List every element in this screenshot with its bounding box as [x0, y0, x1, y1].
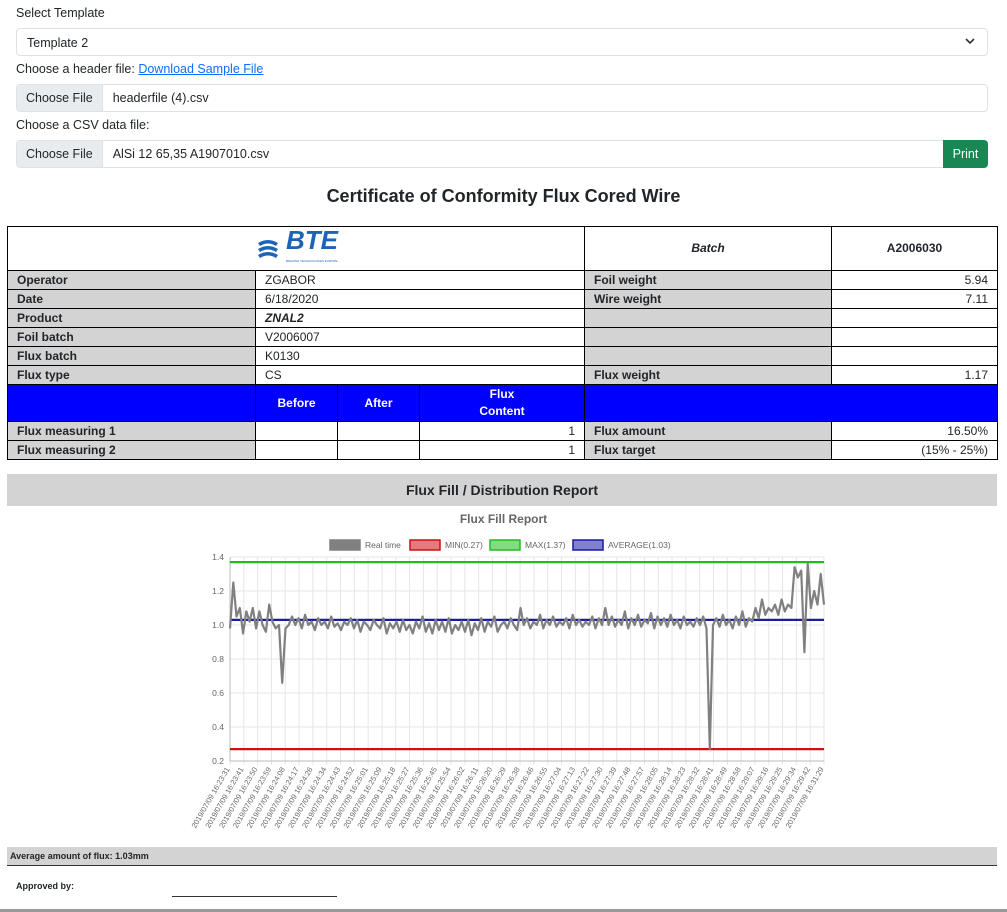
- product-value: ZNAL2: [255, 308, 585, 328]
- flux-type-value: CS: [255, 365, 585, 385]
- flux-measuring-1-after: [337, 421, 420, 441]
- flux-weight-label: Flux weight: [584, 365, 832, 385]
- template-select-value: Template 2: [27, 36, 89, 50]
- signature-line: [172, 896, 337, 897]
- header-file-label-row: Choose a header file: Download Sample Fi…: [16, 62, 263, 76]
- header-file-label: Choose a header file:: [16, 62, 135, 76]
- y-tick-label: 1.4: [212, 552, 224, 562]
- flux-target-value: (15% - 25%): [831, 440, 998, 460]
- logo-cell: BTE BRAZING TECHNOLOGIES EUROPE: [7, 226, 585, 271]
- select-template-label: Select Template: [16, 6, 105, 20]
- legend-label: AVERAGE(1.03): [608, 540, 671, 550]
- approved-by-label: Approved by:: [16, 881, 75, 891]
- template-select[interactable]: Template 2: [16, 28, 988, 56]
- header-file-name: headerfile (4).csv: [112, 91, 209, 105]
- foil-weight-label: Foil weight: [584, 270, 832, 290]
- empty-value-cell: [831, 308, 998, 328]
- blue-header-right: [584, 384, 998, 422]
- legend-label: MIN(0.27): [445, 540, 483, 550]
- operator-label: Operator: [7, 270, 256, 290]
- csv-choose-file-button[interactable]: Choose File: [17, 141, 103, 167]
- flux-type-label: Flux type: [7, 365, 256, 385]
- flux-amount-label: Flux amount: [584, 421, 832, 441]
- header-file-input[interactable]: Choose File headerfile (4).csv: [16, 84, 988, 112]
- after-header: After: [337, 384, 420, 422]
- legend-label: Real time: [365, 540, 401, 550]
- flux-batch-label: Flux batch: [7, 346, 256, 366]
- blue-header-empty: [7, 384, 256, 422]
- empty-label-cell: [584, 346, 832, 366]
- flux-measuring-1-label: Flux measuring 1: [7, 421, 256, 441]
- wire-weight-value: 7.11: [831, 289, 998, 309]
- flux-measuring-2-after: [337, 440, 420, 460]
- batch-label: Batch: [584, 226, 832, 271]
- legend-label: MAX(1.37): [525, 540, 566, 550]
- flux-content-header: Flux Content: [419, 384, 585, 422]
- foil-weight-value: 5.94: [831, 270, 998, 290]
- report-header: Flux Fill / Distribution Report: [7, 474, 997, 506]
- csv-file-label: Choose a CSV data file:: [16, 118, 150, 132]
- y-tick-label: 0.4: [212, 722, 224, 732]
- legend-swatch: [329, 539, 361, 551]
- flux-batch-value: K0130: [255, 346, 585, 366]
- y-tick-label: 1.2: [212, 586, 224, 596]
- batch-value: A2006030: [831, 226, 998, 271]
- header-choose-file-button[interactable]: Choose File: [17, 85, 103, 111]
- print-button[interactable]: Print: [943, 140, 988, 168]
- flux-measuring-2-label: Flux measuring 2: [7, 440, 256, 460]
- empty-label-cell: [584, 308, 832, 328]
- operator-value: ZGABOR: [255, 270, 585, 290]
- empty-label-cell: [584, 327, 832, 347]
- before-header: Before: [255, 384, 338, 422]
- date-label: Date: [7, 289, 256, 309]
- foil-batch-label: Foil batch: [7, 327, 256, 347]
- flux-content-header-line2: Content: [479, 404, 525, 418]
- flux-amount-value: 16.50%: [831, 421, 998, 441]
- chevron-down-icon: [965, 38, 975, 45]
- download-sample-link[interactable]: Download Sample File: [138, 62, 263, 76]
- flux-measuring-2-before: [255, 440, 338, 460]
- wire-weight-label: Wire weight: [584, 289, 832, 309]
- y-tick-label: 0.6: [212, 688, 224, 698]
- flux-measuring-1-before: [255, 421, 338, 441]
- y-tick-label: 0.2: [212, 756, 224, 766]
- flux-weight-value: 1.17: [831, 365, 998, 385]
- bte-logo-subtext: BRAZING TECHNOLOGIES EUROPE: [286, 259, 338, 263]
- legend-swatch: [409, 539, 441, 551]
- certificate-table: BTE BRAZING TECHNOLOGIES EUROPE Batch A2…: [7, 226, 998, 460]
- y-tick-label: 0.8: [212, 654, 224, 664]
- flux-measuring-2-content: 1: [419, 440, 585, 460]
- flux-measuring-1-content: 1: [419, 421, 585, 441]
- flux-target-label: Flux target: [584, 440, 832, 460]
- csv-file-input[interactable]: Choose File AlSi 12 65,35 A1907010.csv: [16, 140, 944, 168]
- y-tick-label: 1.0: [212, 620, 224, 630]
- bte-logo-text: BTE: [286, 226, 338, 255]
- legend-swatch: [572, 539, 604, 551]
- series-line-real-time: [228, 562, 826, 751]
- product-label: Product: [7, 308, 256, 328]
- flux-content-header-line1: Flux: [489, 387, 515, 401]
- foil-batch-value: V2006007: [255, 327, 585, 347]
- bte-logo-icon: [258, 239, 278, 258]
- empty-value-cell: [831, 327, 998, 347]
- certificate-title: Certificate of Conformity Flux Cored Wir…: [326, 186, 681, 206]
- flux-fill-chart: Real time MIN(0.27) MAX(1.37) AVERAGE(1.03)…: [190, 539, 826, 830]
- date-value: 6/18/2020: [255, 289, 585, 309]
- bte-logo: BTE BRAZING TECHNOLOGIES EUROPE: [17, 226, 575, 270]
- csv-file-name: AlSi 12 65,35 A1907010.csv: [112, 147, 270, 161]
- empty-value-cell: [831, 346, 998, 366]
- average-flux-text: Average amount of flux: 1.03mm: [7, 847, 997, 866]
- chart-title: Flux Fill Report: [459, 512, 548, 526]
- legend-swatch: [489, 539, 521, 551]
